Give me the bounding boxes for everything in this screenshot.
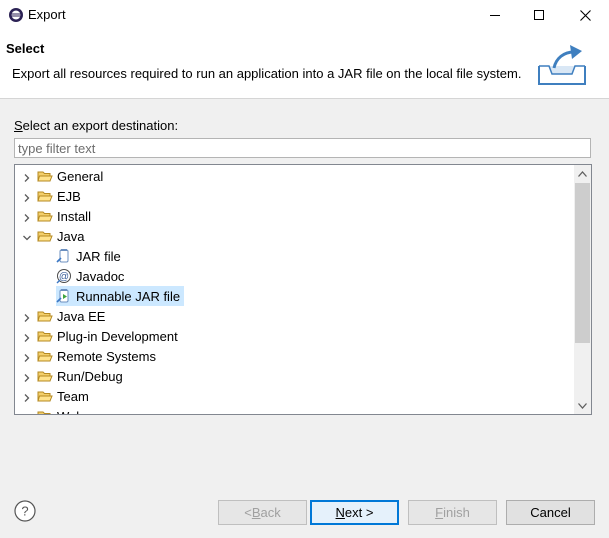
export-wizard-banner-icon [538,45,586,85]
next-button[interactable]: Next > [310,500,399,525]
eclipse-icon [9,8,23,22]
scroll-up-button[interactable] [574,165,591,182]
collapse-chevron-icon[interactable] [22,231,32,241]
expand-chevron-icon[interactable] [22,211,32,222]
minimize-icon [490,15,500,16]
scroll-down-button[interactable] [574,397,591,414]
tree-item-label: Team [57,388,89,404]
expand-chevron-icon[interactable] [22,171,32,182]
tree-scrollbar[interactable] [574,165,591,414]
tree-item-label: Javadoc [76,268,125,284]
svg-text:@: @ [59,272,69,283]
filter-input[interactable] [14,138,591,158]
close-icon [579,9,591,21]
tree-item-label: Plug-in Development [57,328,178,344]
tree-item-label: Run/Debug [57,368,123,384]
minimize-button[interactable] [472,0,518,30]
tree-item-web[interactable]: Web [37,406,88,415]
tree-item-label: Runnable JAR file [76,288,181,304]
chevron-up-icon [578,170,587,177]
cancel-button[interactable]: Cancel [506,500,595,525]
tree-item-java[interactable]: Java [37,226,88,246]
wizard-header: Select Export all resources required to … [0,30,609,99]
tree-item-label: Remote Systems [57,348,156,364]
jar-file-icon [56,248,76,264]
tree-item-runnable-jar-file[interactable]: Runnable JAR file [56,286,185,306]
tree-item-remote-systems[interactable]: Remote Systems [37,346,160,366]
tree-item-label: General [57,168,104,184]
folder-icon [37,208,57,224]
expand-chevron-icon[interactable] [22,311,32,322]
tree-item-java-ee[interactable]: Java EE [37,306,109,326]
expand-chevron-icon[interactable] [22,351,32,362]
javadoc-icon: @ [56,268,76,284]
tree-item-label: Install [57,208,91,224]
export-destination-tree[interactable]: General EJB Install Java JAR file @ Javadoc Run… [14,164,592,415]
page-title: Select [6,41,45,56]
maximize-button[interactable] [516,0,562,30]
maximize-icon [534,10,544,20]
tree-item-label: Java EE [57,308,106,324]
folder-icon [37,308,57,324]
expand-chevron-icon[interactable] [22,411,32,414]
scroll-thumb[interactable] [575,183,590,343]
expand-chevron-icon[interactable] [22,371,32,382]
tree-item-plug-in-development[interactable]: Plug-in Development [37,326,182,346]
expand-chevron-icon[interactable] [22,391,32,402]
tree-item-ejb[interactable]: EJB [37,186,85,206]
page-description: Export all resources required to run an … [12,66,522,81]
tree-item-install[interactable]: Install [37,206,95,226]
expand-chevron-icon[interactable] [22,191,32,202]
folder-icon [37,188,57,204]
title-bar: Export [0,0,609,30]
folder-icon [37,368,57,384]
tree-item-label: JAR file [76,248,121,264]
folder-icon [37,328,57,344]
finish-button[interactable]: Finish [408,500,497,525]
close-button[interactable] [562,0,608,30]
tree-item-label: EJB [57,188,81,204]
tree-item-label: Web [57,409,84,415]
folder-icon [37,408,57,414]
tree-item-team[interactable]: Team [37,386,93,406]
tree-item-jar-file[interactable]: JAR file [56,246,125,266]
folder-icon [37,388,57,404]
expand-chevron-icon[interactable] [22,331,32,342]
back-button[interactable]: < Back [218,500,307,525]
tree-item-label: Java [57,228,85,244]
tree-item-javadoc[interactable]: @ Javadoc [56,266,128,286]
tree-item-general[interactable]: General [37,166,107,186]
tree-item-run-debug[interactable]: Run/Debug [37,366,127,386]
svg-text:?: ? [21,504,28,519]
runnable-jar-icon [56,288,76,304]
folder-icon [37,228,57,244]
help-icon[interactable]: ? [14,500,36,522]
chevron-down-icon [578,402,587,409]
folder-icon [37,348,57,364]
export-destination-label: Select an export destination: [14,118,179,133]
folder-icon [37,168,57,184]
window-title: Export [28,7,66,22]
